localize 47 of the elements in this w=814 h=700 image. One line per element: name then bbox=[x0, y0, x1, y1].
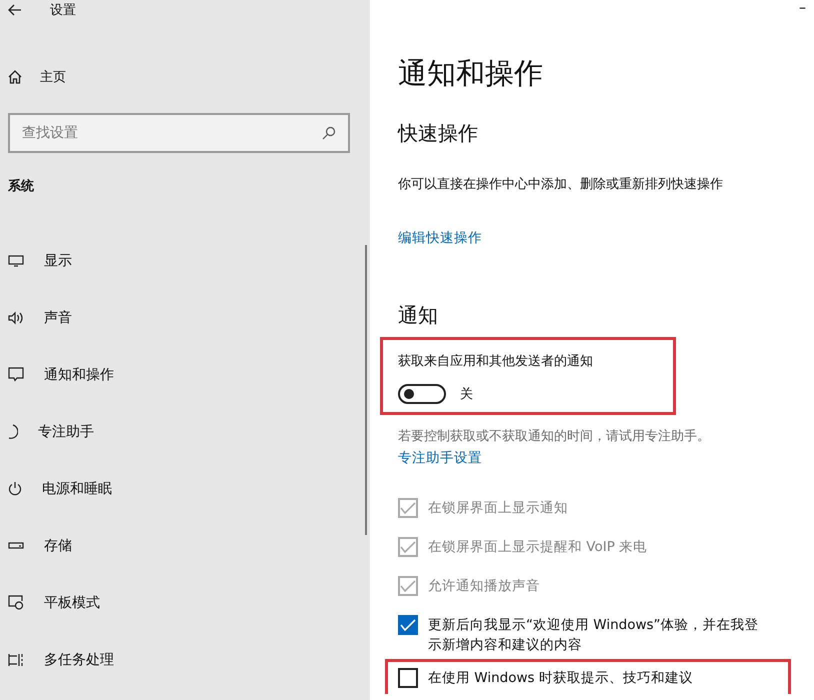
checkbox-label: 在锁屏界面上显示提醒和 VoIP 来电 bbox=[428, 538, 648, 557]
check-icon bbox=[400, 580, 416, 592]
home-icon bbox=[8, 70, 22, 84]
sidebar-item[interactable]: 电源和睡眠 bbox=[0, 460, 370, 517]
sidebar-item[interactable]: 显示 bbox=[0, 232, 370, 289]
sidebar-item[interactable]: 声音 bbox=[0, 289, 370, 346]
checkbox[interactable] bbox=[398, 668, 418, 688]
home-link[interactable]: 主页 bbox=[0, 66, 370, 88]
power-icon bbox=[8, 481, 22, 496]
scrollbar[interactable] bbox=[365, 245, 367, 535]
moon-icon bbox=[8, 424, 18, 439]
section-heading: 系统 bbox=[8, 178, 35, 195]
speaker-icon bbox=[8, 310, 24, 324]
check-icon bbox=[400, 619, 416, 631]
toggle-switch[interactable] bbox=[398, 384, 446, 404]
description-text: 你可以直接在操作中心中添加、删除或重新排列快速操作 bbox=[398, 176, 723, 193]
sidebar-item[interactable]: 平板模式 bbox=[0, 574, 370, 631]
multitask-icon bbox=[8, 652, 24, 666]
minimize-button[interactable]: – bbox=[799, 0, 806, 16]
search-field[interactable]: 查找设置 bbox=[8, 113, 350, 153]
checkbox-label: 在锁屏界面上显示通知 bbox=[428, 499, 568, 518]
hint-text: 若要控制获取或不获取通知的时间，请试用专注助手。 bbox=[398, 428, 710, 445]
tablet-icon bbox=[8, 595, 24, 610]
sidebar-item[interactable]: 存储 bbox=[0, 517, 370, 574]
checkbox-label: 在使用 Windows 时获取提示、技巧和建议 bbox=[428, 669, 693, 688]
section-heading: 通知 bbox=[398, 302, 439, 329]
check-icon bbox=[400, 502, 416, 514]
checkbox-label: 示新增内容和建议的内容 bbox=[428, 636, 583, 655]
sidebar-item[interactable]: 多任务处理 bbox=[0, 631, 370, 688]
checkbox-label: 允许通知播放声音 bbox=[428, 577, 540, 596]
toggle-label: 获取来自应用和其他发送者的通知 bbox=[398, 353, 593, 370]
search-icon bbox=[322, 126, 336, 140]
sidebar-item[interactable]: 通知和操作 bbox=[0, 346, 370, 403]
check-icon bbox=[400, 541, 416, 553]
drive-icon bbox=[8, 542, 24, 549]
edit-link[interactable]: 编辑快速操作 bbox=[398, 229, 482, 247]
message-icon bbox=[8, 367, 24, 382]
toggle-state: 关 bbox=[460, 386, 473, 403]
checkbox[interactable] bbox=[398, 615, 418, 635]
monitor-icon bbox=[8, 254, 24, 266]
back-arrow-icon[interactable] bbox=[8, 4, 22, 16]
focus-assist-link[interactable]: 专注助手设置 bbox=[398, 449, 482, 467]
sidebar-item[interactable]: 专注助手 bbox=[0, 403, 370, 460]
page-title: 通知和操作 bbox=[398, 55, 544, 92]
window-title: 设置 bbox=[50, 2, 76, 19]
checkbox-label: 更新后向我显示“欢迎使用 Windows”体验，并在我登 bbox=[428, 616, 759, 635]
section-heading: 快速操作 bbox=[398, 120, 479, 147]
